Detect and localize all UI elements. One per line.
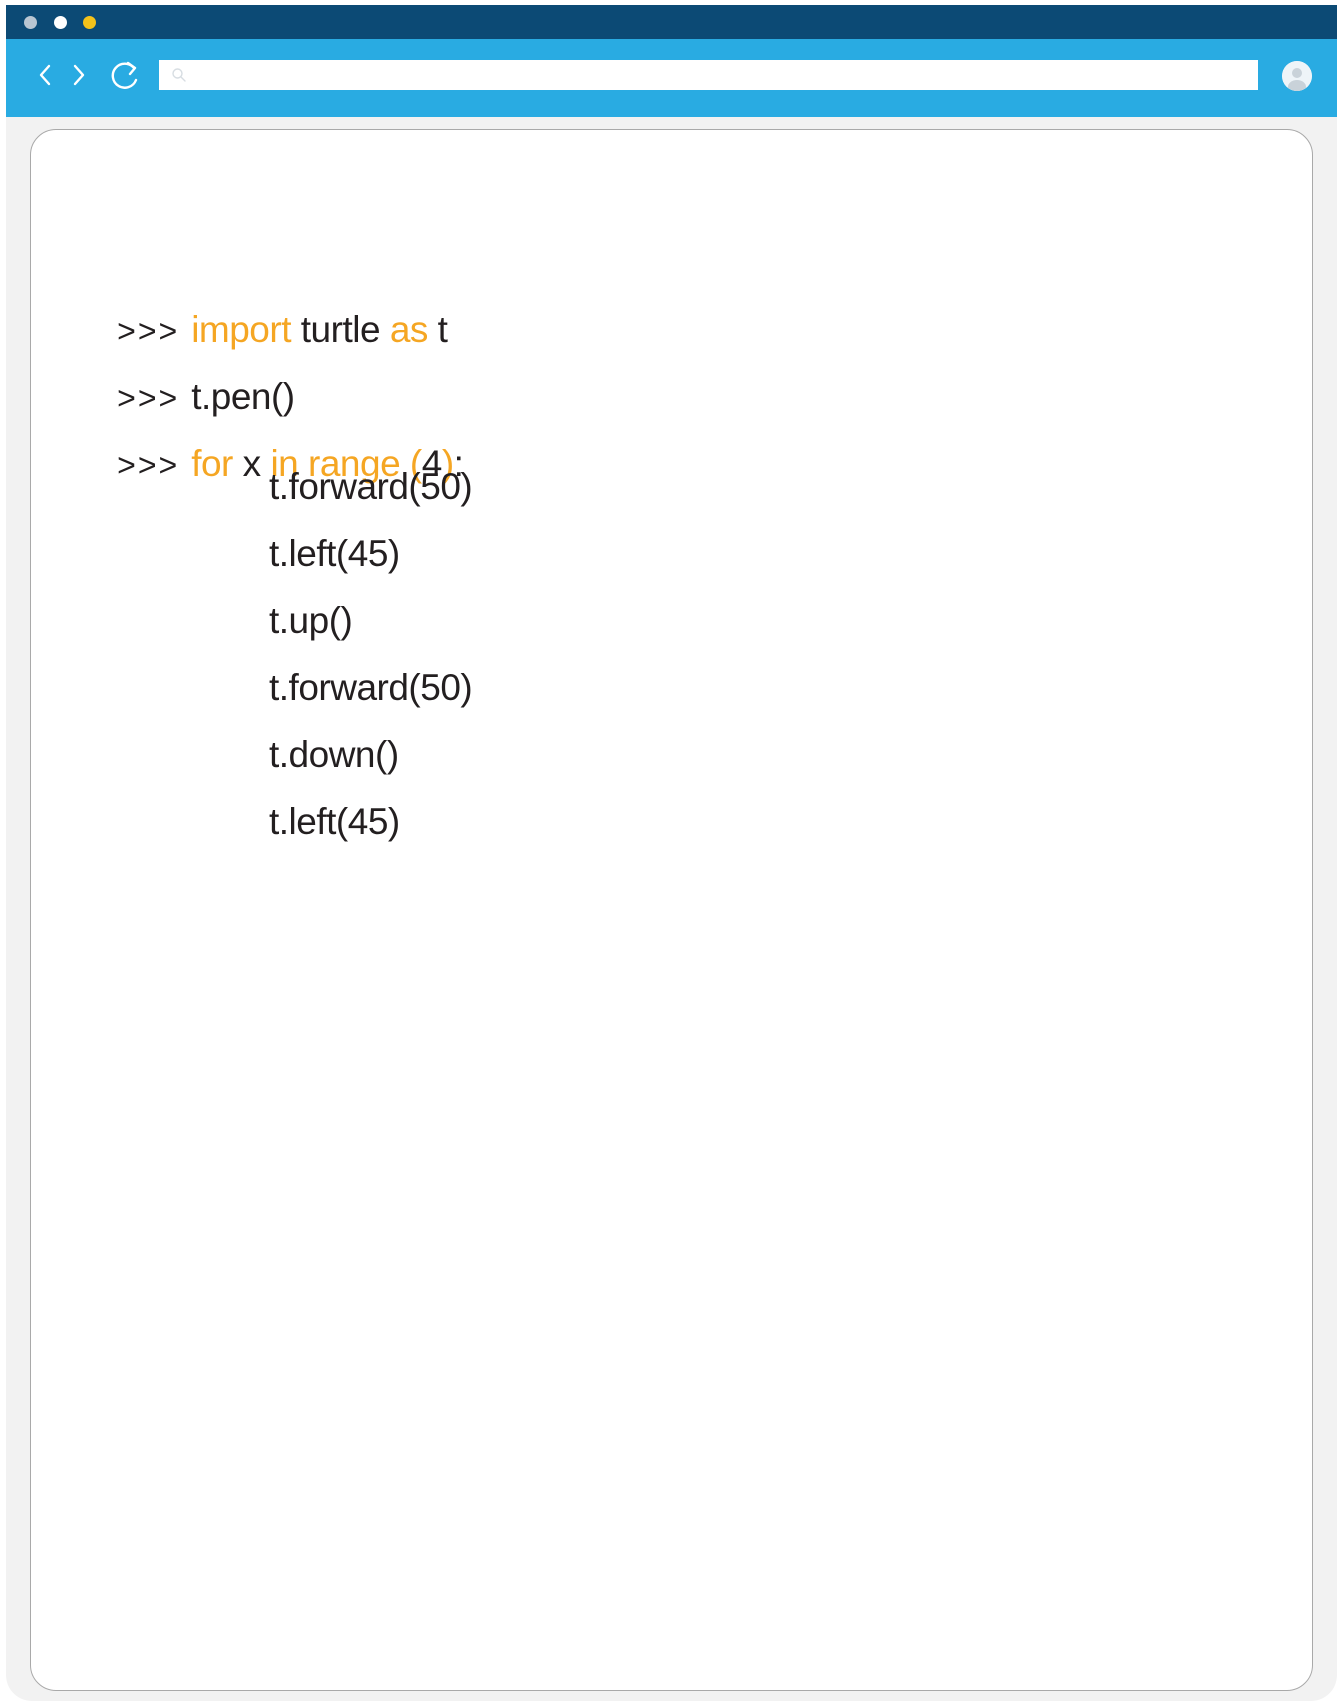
forward-button[interactable] bbox=[64, 59, 94, 91]
user-avatar-icon[interactable] bbox=[1282, 61, 1312, 91]
code-line: t.forward(50) bbox=[269, 466, 473, 507]
browser-window bbox=[6, 5, 1337, 1701]
code-line: t.up() bbox=[269, 600, 353, 641]
code-text: turtle bbox=[291, 309, 390, 350]
code-text: t bbox=[427, 309, 448, 350]
code-line: >>> t.pen() bbox=[78, 331, 295, 417]
code-line: t.left(45) bbox=[269, 533, 400, 574]
code-line: >>> for x in range (4): bbox=[78, 398, 464, 484]
chevron-left-icon bbox=[39, 64, 51, 86]
close-window-button[interactable] bbox=[24, 16, 37, 29]
code-line: t.forward(50) bbox=[269, 667, 473, 708]
address-bar[interactable] bbox=[159, 60, 1258, 90]
code-line: t.down() bbox=[269, 734, 399, 775]
maximize-window-button[interactable] bbox=[83, 16, 96, 29]
shell-prompt: >>> bbox=[117, 447, 180, 483]
reload-icon bbox=[111, 61, 138, 89]
code-line: >>> import turtle as t bbox=[78, 264, 448, 350]
back-button[interactable] bbox=[30, 59, 60, 91]
title-bar bbox=[6, 5, 1337, 39]
code-keyword: for bbox=[191, 443, 233, 484]
code-line: t.left(45) bbox=[269, 801, 400, 842]
reload-button[interactable] bbox=[106, 59, 146, 91]
minimize-window-button[interactable] bbox=[54, 16, 67, 29]
code-text: x bbox=[232, 443, 271, 484]
search-icon bbox=[172, 68, 186, 82]
browser-toolbar bbox=[6, 39, 1337, 117]
code-keyword: as bbox=[389, 309, 429, 350]
chevron-right-icon bbox=[73, 64, 85, 86]
